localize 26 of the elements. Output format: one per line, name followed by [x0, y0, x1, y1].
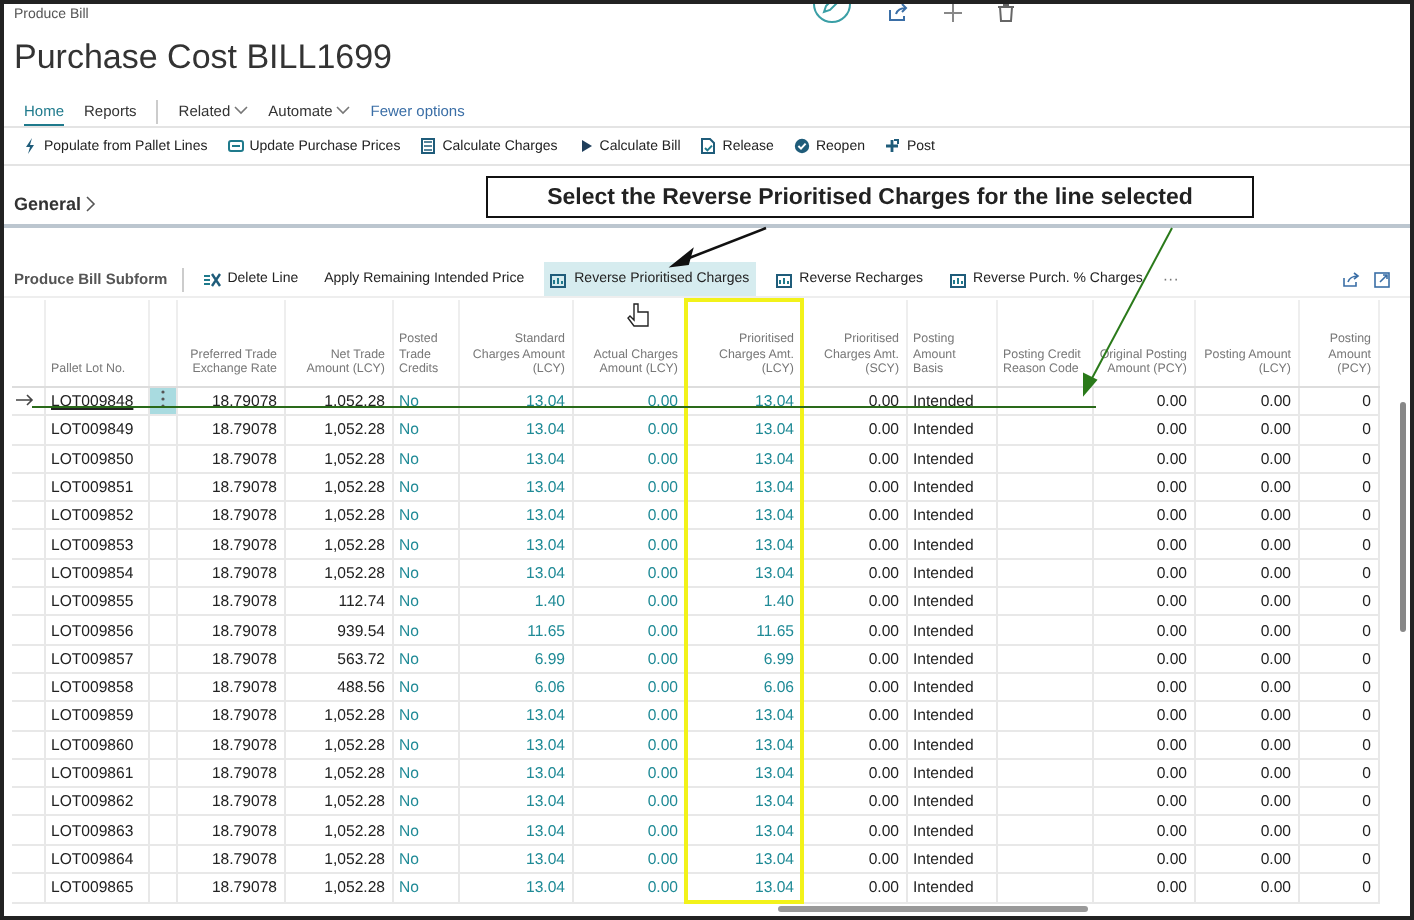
more-options-button[interactable]: ···: [1162, 270, 1179, 288]
expand-icon[interactable]: [1374, 271, 1390, 287]
general-section-header[interactable]: General: [14, 194, 96, 214]
calculator-icon: [420, 138, 437, 154]
pointer-arrow: [668, 226, 767, 268]
chevron-down-icon: [234, 106, 249, 116]
delete-icon[interactable]: [998, 4, 1015, 22]
post-icon: [884, 138, 901, 154]
chart-document-icon: [550, 271, 569, 287]
chevron-right-icon: [85, 196, 96, 212]
plus-icon[interactable]: [944, 4, 963, 22]
chart-document-icon: [775, 271, 794, 287]
share-icon[interactable]: [888, 4, 909, 22]
lightning-icon: [22, 138, 38, 154]
hand-cursor-icon: [627, 303, 649, 327]
document-check-icon: [700, 138, 717, 154]
check-circle-icon: [793, 138, 810, 154]
card-icon: [227, 138, 244, 154]
chart-document-icon: [949, 271, 968, 287]
play-icon: [577, 138, 594, 154]
page-title: Purchase Cost BILL1699: [12, 38, 395, 78]
delete-line-icon: [203, 271, 222, 287]
chevron-down-icon: [336, 106, 351, 116]
callout-box: Select the Reverse Prioritised Charges for the line selected: [486, 176, 1254, 218]
current-row-arrow-icon: [16, 394, 34, 407]
share-icon[interactable]: [1342, 271, 1360, 287]
